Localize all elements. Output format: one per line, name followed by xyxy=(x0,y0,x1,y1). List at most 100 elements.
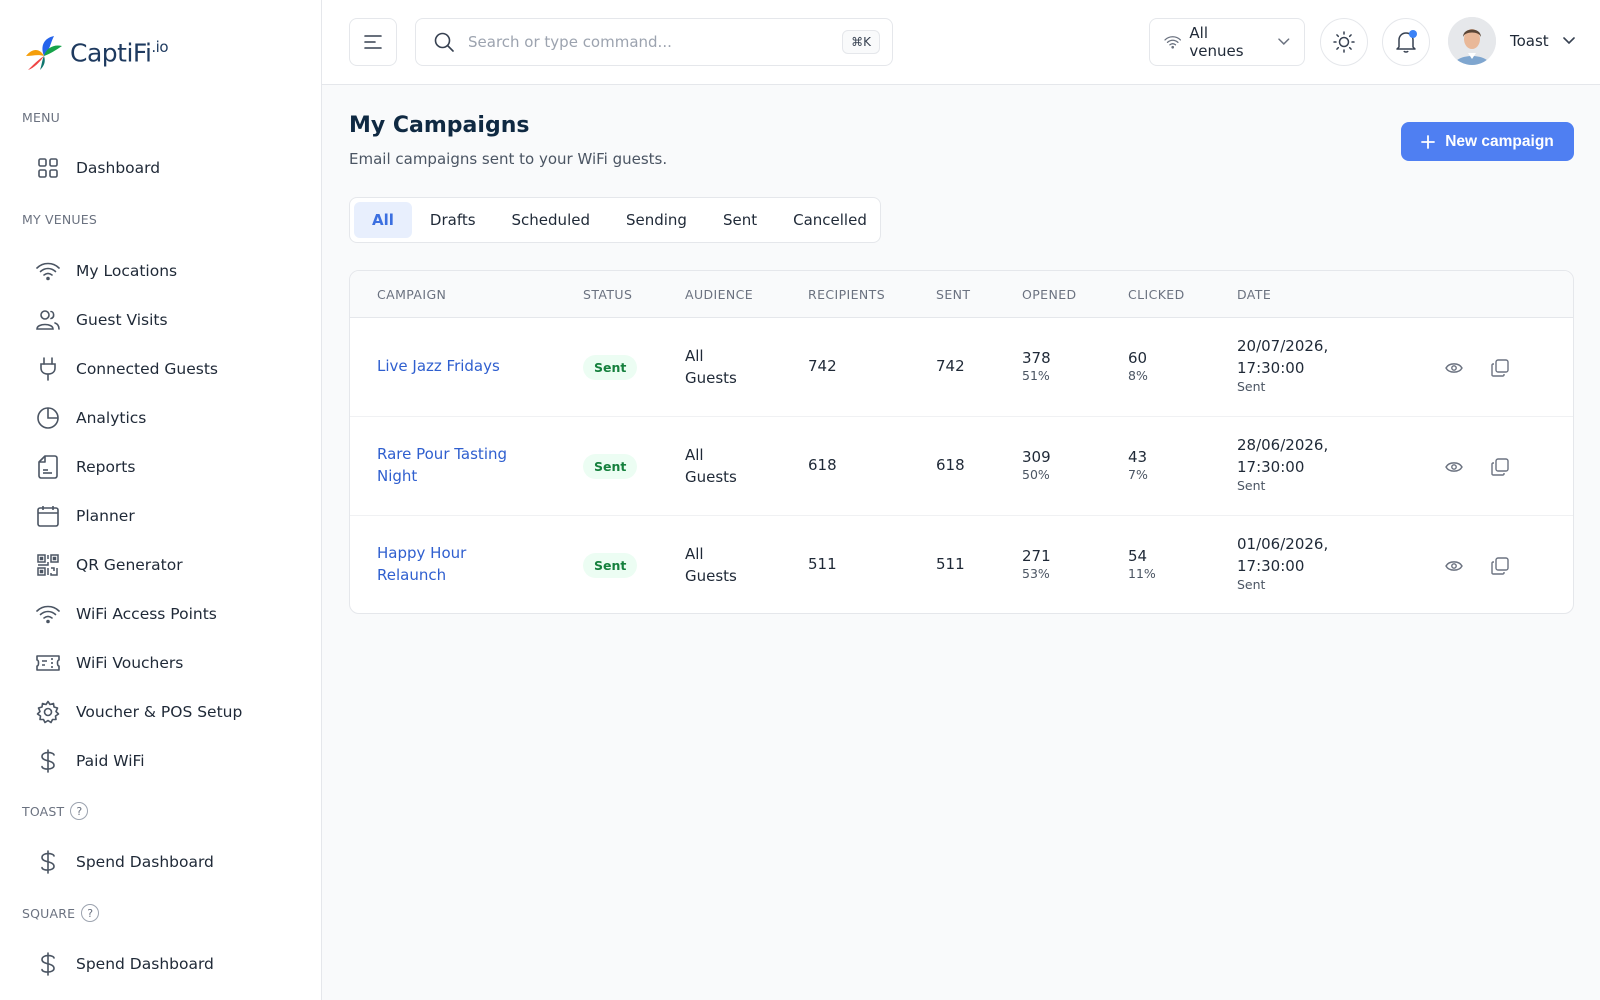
sidebar-item-wifi-vouchers[interactable]: WiFi Vouchers xyxy=(36,647,183,679)
duplicate-button[interactable] xyxy=(1488,356,1512,380)
table-header: CAMPAIGN STATUS AUDIENCE RECIPIENTS SENT… xyxy=(350,271,1573,318)
sidebar-item-toast-spend-dashboard[interactable]: Spend Dashboard xyxy=(36,846,214,878)
copy-icon xyxy=(1491,458,1509,476)
status-tabs: All Drafts Scheduled Sending Sent Cancel… xyxy=(349,197,881,243)
audience-line: Guests xyxy=(685,567,737,585)
view-button[interactable] xyxy=(1442,455,1466,479)
opened-count: 378 xyxy=(1022,349,1051,367)
eye-icon xyxy=(1445,462,1463,472)
clicked-percent: 11% xyxy=(1128,566,1156,581)
date-cell: 01/06/2026, 17:30:00 Sent xyxy=(1237,533,1347,593)
chevron-down-icon xyxy=(1278,38,1290,45)
sidebar-item-planner[interactable]: Planner xyxy=(36,500,135,532)
square-label: SQUARE xyxy=(22,905,76,921)
tab-drafts[interactable]: Drafts xyxy=(412,202,494,238)
brand-suffix: .io xyxy=(151,38,169,57)
menu-section-label: MENU xyxy=(22,110,60,125)
page-subtitle: Email campaigns sent to your WiFi guests… xyxy=(349,150,668,168)
audience-line: Guests xyxy=(685,468,737,486)
column-header-audience: AUDIENCE xyxy=(685,287,754,302)
copy-icon xyxy=(1491,359,1509,377)
toast-label: TOAST xyxy=(22,803,65,819)
sidebar-item-voucher-pos-setup[interactable]: Voucher & POS Setup xyxy=(36,696,242,728)
sidebar-item-wifi-access-points[interactable]: WiFi Access Points xyxy=(36,598,217,630)
top-header: ⌘K All venues Toast xyxy=(322,0,1600,85)
tab-sending[interactable]: Sending xyxy=(608,202,705,238)
clicked-count: 43 xyxy=(1128,448,1148,466)
tab-all[interactable]: All xyxy=(354,202,412,238)
opened-percent: 53% xyxy=(1022,566,1050,581)
theme-toggle-button[interactable] xyxy=(1320,18,1368,66)
sidebar-item-qr-generator[interactable]: QR Generator xyxy=(36,549,183,581)
view-button[interactable] xyxy=(1442,554,1466,578)
clicked-percent: 8% xyxy=(1128,368,1148,383)
duplicate-button[interactable] xyxy=(1488,455,1512,479)
column-header-clicked: CLICKED xyxy=(1128,287,1185,302)
opened-count: 309 xyxy=(1022,448,1051,466)
page-title: My Campaigns xyxy=(349,113,530,138)
sidebar-item-label: Dashboard xyxy=(76,159,161,177)
help-icon[interactable]: ? xyxy=(81,904,100,922)
sidebar-item-square-spend-dashboard[interactable]: Spend Dashboard xyxy=(36,948,214,980)
status-badge: Sent xyxy=(583,553,638,578)
date-cell: 28/06/2026, 17:30:00 Sent xyxy=(1237,434,1347,494)
tab-cancelled[interactable]: Cancelled xyxy=(775,202,885,238)
column-header-campaign: CAMPAIGN xyxy=(377,287,447,302)
campaign-link[interactable]: Live Jazz Fridays xyxy=(377,355,527,377)
new-campaign-button[interactable]: New campaign xyxy=(1401,122,1574,161)
pie-chart-icon xyxy=(36,406,60,430)
tab-scheduled[interactable]: Scheduled xyxy=(494,202,608,238)
date-status: Sent xyxy=(1237,379,1266,394)
bird-logo-icon xyxy=(26,36,62,70)
opened-percent: 51% xyxy=(1022,368,1050,383)
wifi-icon xyxy=(36,259,60,283)
menu-icon xyxy=(364,35,382,49)
sidebar-item-reports[interactable]: Reports xyxy=(36,451,135,483)
opened-count: 271 xyxy=(1022,547,1051,565)
wifi-icon xyxy=(36,602,60,626)
tab-sent[interactable]: Sent xyxy=(705,202,775,238)
status-badge: Sent xyxy=(583,454,638,479)
brand-logo[interactable]: CaptiFi.io xyxy=(24,34,169,72)
date-line: 01/06/2026, xyxy=(1237,535,1329,553)
notification-badge xyxy=(1409,30,1417,38)
campaign-link[interactable]: Rare Pour Tasting Night xyxy=(377,443,527,487)
campaign-link[interactable]: Happy Hour Relaunch xyxy=(377,542,527,586)
notifications-button[interactable] xyxy=(1382,18,1430,66)
opened-cell: 271 53% xyxy=(1022,546,1051,582)
user-menu[interactable]: Toast xyxy=(1448,17,1575,65)
time-line: 17:30:00 xyxy=(1237,557,1305,575)
audience-line: All xyxy=(685,545,704,563)
sidebar-item-label: Analytics xyxy=(76,409,147,427)
venue-select[interactable]: All venues xyxy=(1149,18,1305,66)
clicked-count: 54 xyxy=(1128,547,1148,565)
avatar xyxy=(1448,17,1496,65)
sent-cell: 511 xyxy=(936,555,965,573)
search-bar[interactable]: ⌘K xyxy=(415,18,893,66)
column-header-recipients: RECIPIENTS xyxy=(808,287,886,302)
users-icon xyxy=(36,308,60,332)
help-icon[interactable]: ? xyxy=(70,802,89,820)
table-row: Live Jazz Fridays Sent All Guests 742 742… xyxy=(350,318,1573,417)
view-button[interactable] xyxy=(1442,356,1466,380)
audience-cell: All Guests xyxy=(685,543,737,587)
audience-line: All xyxy=(685,347,704,365)
sidebar-item-dashboard[interactable]: Dashboard xyxy=(36,152,160,184)
sidebar-item-analytics[interactable]: Analytics xyxy=(36,402,146,434)
campaigns-table: CAMPAIGN STATUS AUDIENCE RECIPIENTS SENT… xyxy=(349,270,1574,614)
recipients-cell: 742 xyxy=(808,357,837,375)
sidebar-item-connected-guests[interactable]: Connected Guests xyxy=(36,353,218,385)
calendar-icon xyxy=(36,504,60,528)
date-line: 20/07/2026, xyxy=(1237,337,1329,355)
new-campaign-label: New campaign xyxy=(1445,132,1554,150)
plus-icon xyxy=(1421,134,1436,149)
duplicate-button[interactable] xyxy=(1488,554,1512,578)
opened-cell: 309 50% xyxy=(1022,447,1051,483)
sidebar-item-my-locations[interactable]: My Locations xyxy=(36,255,177,287)
menu-toggle-button[interactable] xyxy=(349,18,397,66)
sidebar-item-paid-wifi[interactable]: Paid WiFi xyxy=(36,745,145,777)
sidebar-item-guest-visits[interactable]: Guest Visits xyxy=(36,304,168,336)
column-header-date: DATE xyxy=(1237,287,1272,302)
ticket-icon xyxy=(36,651,60,675)
search-input[interactable] xyxy=(468,33,843,51)
